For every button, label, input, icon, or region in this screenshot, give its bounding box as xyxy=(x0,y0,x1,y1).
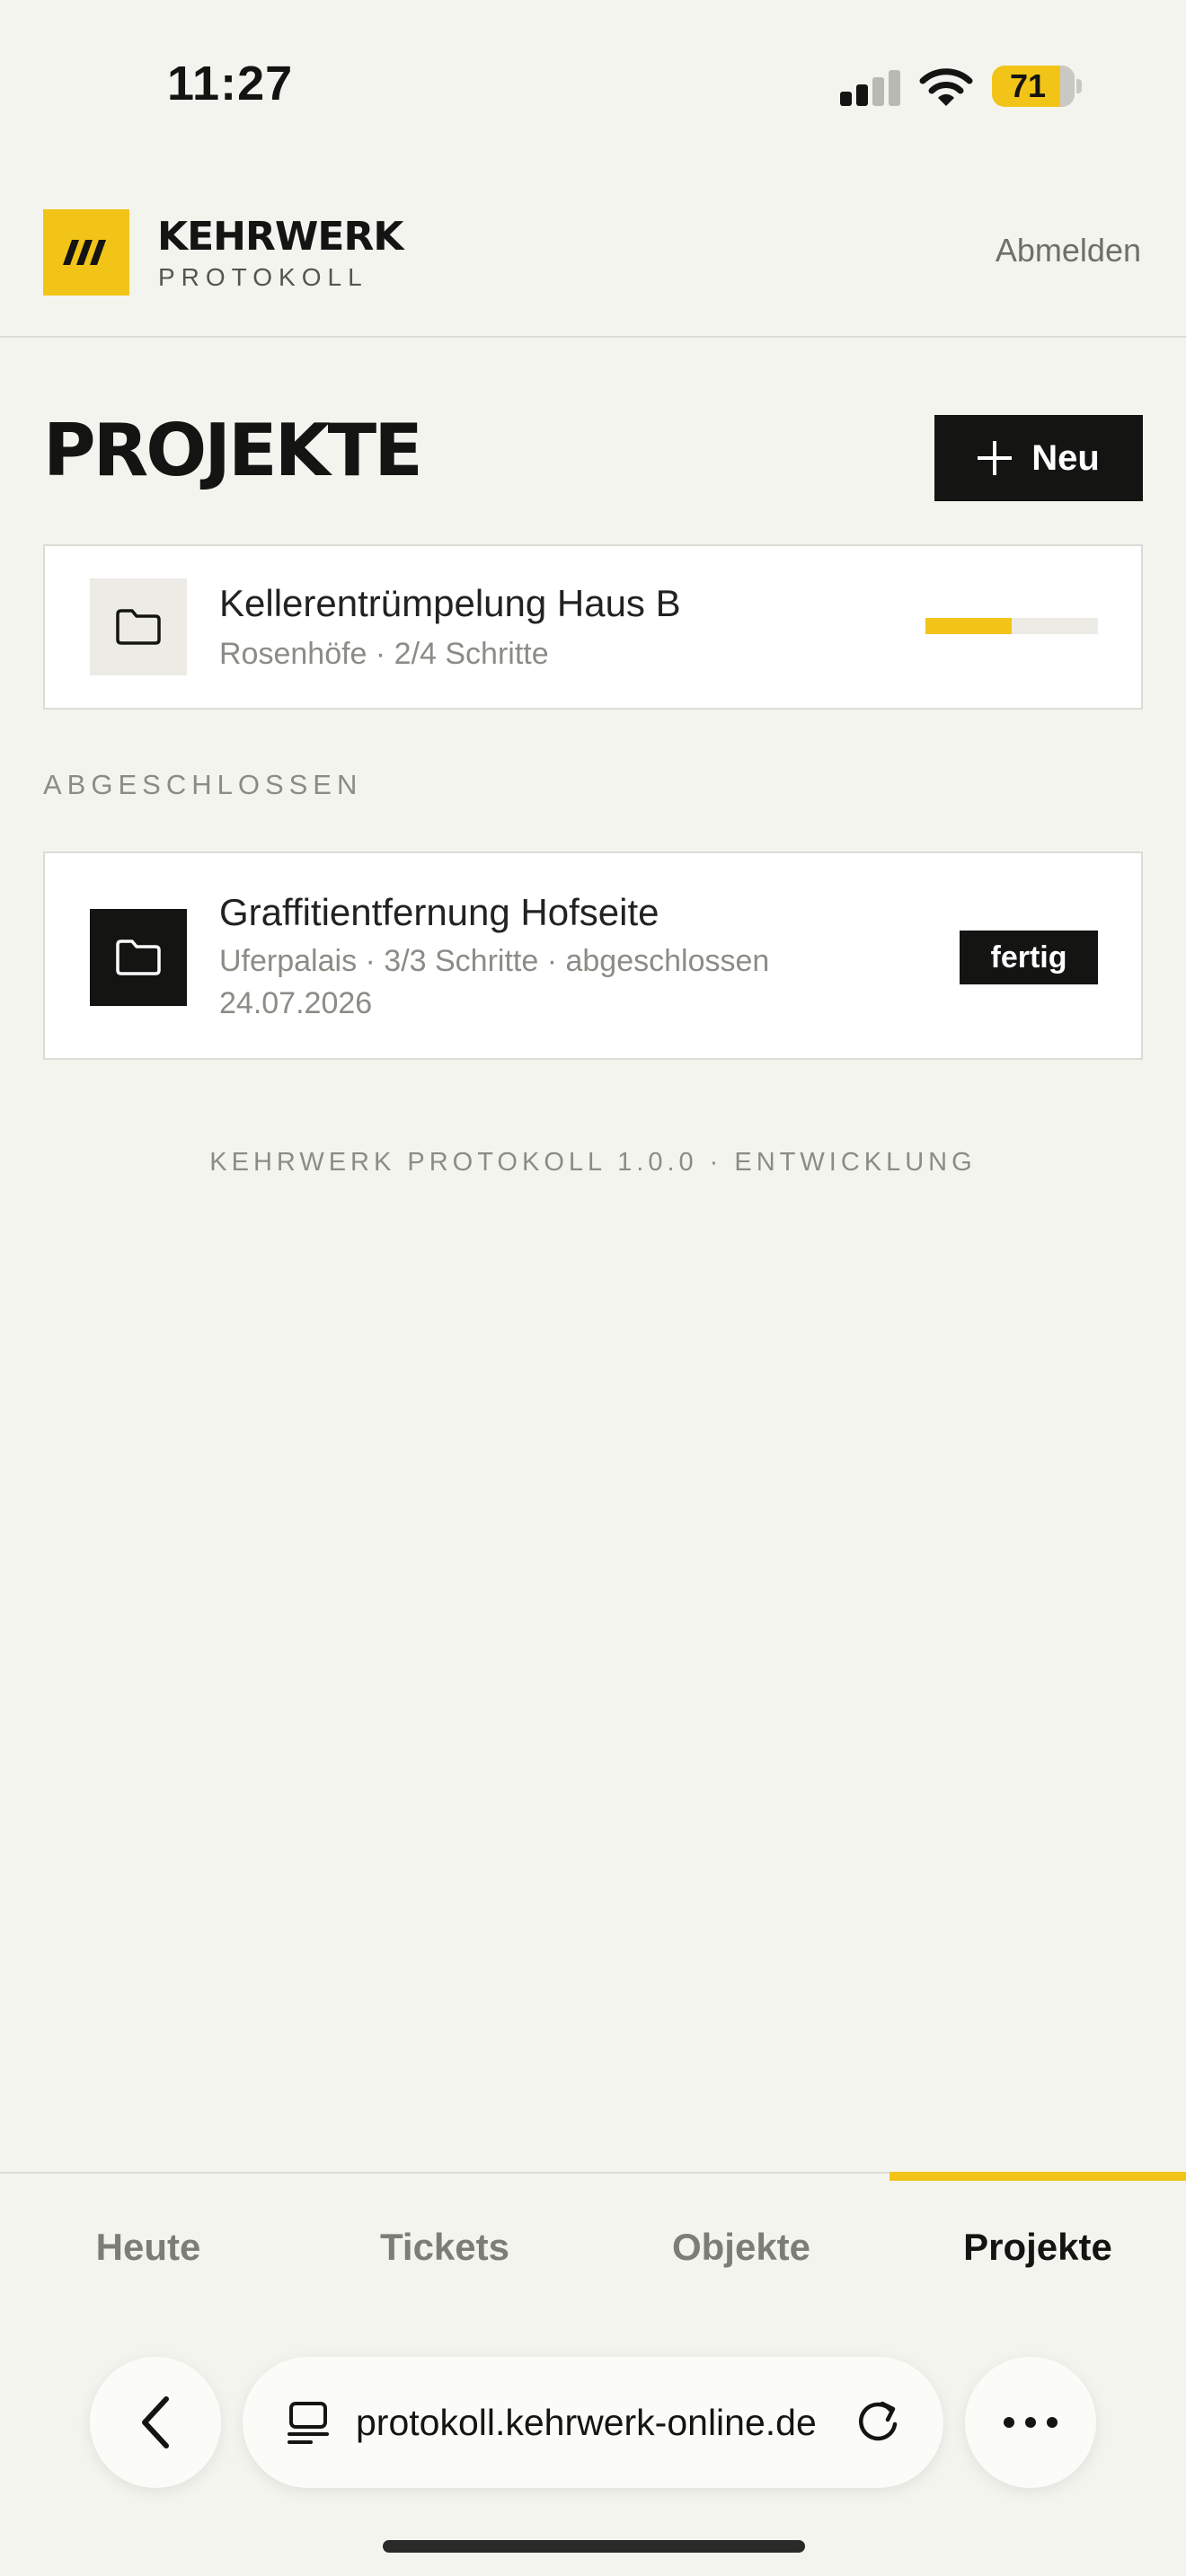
browser-toolbar: protokoll.kehrwerk-online.de xyxy=(0,2325,1186,2576)
folder-icon xyxy=(116,940,161,975)
back-button[interactable] xyxy=(90,2357,221,2488)
project-folder-thumb xyxy=(90,578,187,675)
new-project-button[interactable]: Neu xyxy=(934,415,1143,501)
status-time: 11:27 xyxy=(167,57,294,110)
project-progress-bar xyxy=(925,618,1098,634)
signal-icon xyxy=(840,70,901,106)
address-bar[interactable]: protokoll.kehrwerk-online.de xyxy=(243,2357,943,2488)
more-icon xyxy=(1004,2417,1058,2428)
app-version: KEHRWERK PROTOKOLL 1.0.0 · ENTWICKLUNG xyxy=(209,1148,977,1177)
plus-icon xyxy=(978,441,1013,475)
more-button[interactable] xyxy=(965,2357,1096,2488)
project-meta: Uferpalais · 3/3 Schritte · abgeschlosse… xyxy=(219,944,770,978)
new-project-label: Neu xyxy=(1031,437,1100,478)
tab-projekte[interactable]: Projekte xyxy=(890,2226,1186,2269)
project-title: Graffitientfernung Hofseite xyxy=(219,891,659,933)
page-title: PROJEKTE xyxy=(43,409,423,492)
tab-bar: Heute Tickets Objekte Projekte xyxy=(0,2172,1186,2325)
wifi-icon xyxy=(919,68,973,106)
project-progress-fill xyxy=(925,618,1012,634)
project-meta: Rosenhöfe · 2/4 Schritte xyxy=(219,637,549,671)
reload-icon[interactable] xyxy=(852,2396,904,2448)
brand-subtitle: PROTOKOLL xyxy=(158,263,368,291)
project-date: 24.07.2026 xyxy=(219,986,373,1020)
tab-objekte[interactable]: Objekte xyxy=(593,2226,890,2269)
logo-stripes-icon xyxy=(63,240,106,265)
battery-level: 71 xyxy=(1009,67,1047,104)
tabs-icon xyxy=(288,2402,329,2444)
section-label-completed: ABGESCHLOSSEN xyxy=(43,769,363,800)
brand-logo[interactable] xyxy=(43,209,129,296)
project-folder-thumb xyxy=(90,909,187,1006)
status-bar: 11:27 71 xyxy=(0,0,1186,171)
app-header: KEHRWERK PROTOKOLL Abmelden xyxy=(0,171,1186,338)
folder-icon xyxy=(116,609,161,645)
url-text: protokoll.kehrwerk-online.de xyxy=(356,2402,817,2443)
active-tab-indicator xyxy=(890,2172,1186,2181)
tab-tickets[interactable]: Tickets xyxy=(296,2226,593,2269)
logout-link[interactable]: Abmelden xyxy=(996,232,1141,269)
back-icon xyxy=(142,2396,169,2448)
battery-cap xyxy=(1076,79,1082,93)
battery-icon: 71 xyxy=(992,66,1075,107)
tab-heute[interactable]: Heute xyxy=(0,2226,296,2269)
brand-name: KEHRWERK xyxy=(157,214,403,260)
project-card[interactable]: Kellerentrümpelung Haus B Rosenhöfe · 2/… xyxy=(43,544,1143,710)
project-card-completed[interactable]: Graffitientfernung Hofseite Uferpalais ·… xyxy=(43,851,1143,1060)
home-indicator xyxy=(383,2540,805,2553)
project-title: Kellerentrümpelung Haus B xyxy=(219,582,681,624)
status-badge: fertig xyxy=(960,931,1098,984)
